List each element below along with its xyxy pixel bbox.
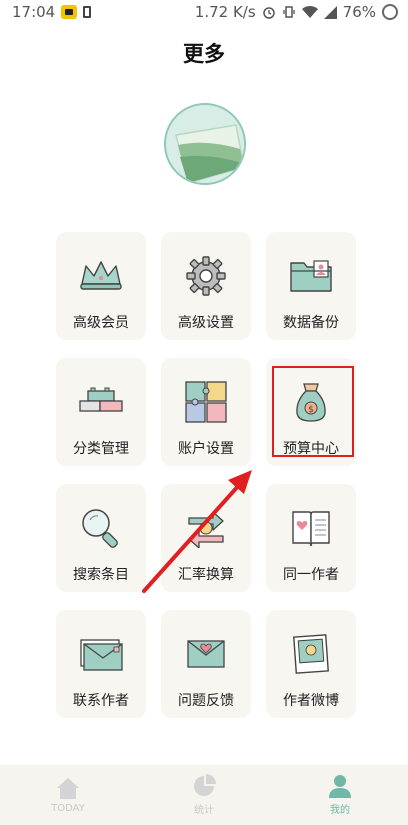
menu-item-label: 搜索条目	[73, 567, 129, 583]
gear-icon	[182, 254, 230, 298]
envelope-icon	[77, 632, 125, 676]
menu-item-label: 高级设置	[178, 315, 234, 331]
home-icon	[57, 778, 79, 799]
sim-icon	[83, 6, 92, 18]
tab-stats[interactable]: 统计	[154, 774, 254, 816]
chart-icon	[194, 774, 216, 796]
menu-item-label: 汇率换算	[178, 567, 234, 583]
menu-item-exchange[interactable]: 汇率换算	[161, 484, 251, 592]
network-speed: 1.72 K/s	[194, 3, 256, 21]
menu-item-label: 联系作者	[73, 693, 129, 709]
tab-label: TODAY	[51, 803, 85, 814]
status-bar: 17:04 1.72 K/s 76%	[0, 0, 408, 24]
menu-item-label: 数据备份	[283, 315, 339, 331]
highlight-box	[272, 366, 354, 457]
menu-item-category[interactable]: 分类管理	[56, 358, 146, 466]
folder-icon	[287, 254, 335, 298]
crown-icon	[77, 254, 125, 298]
menu-item-weibo[interactable]: 作者微博	[266, 610, 356, 718]
menu-item-feedback[interactable]: 问题反馈	[161, 610, 251, 718]
menu-item-backup[interactable]: 数据备份	[266, 232, 356, 340]
tab-mine[interactable]: 我的	[290, 774, 390, 816]
menu-item-search[interactable]: 搜索条目	[56, 484, 146, 592]
tab-bar: TODAY 统计 我的	[0, 765, 408, 825]
book-icon	[287, 506, 335, 550]
blocks-icon	[77, 380, 125, 424]
magnifier-icon	[77, 506, 125, 550]
avatar[interactable]	[164, 103, 246, 185]
tab-label: 我的	[330, 805, 350, 816]
menu-item-label: 账户设置	[178, 441, 234, 457]
tab-today[interactable]: TODAY	[18, 776, 118, 814]
menu-item-contact[interactable]: 联系作者	[56, 610, 146, 718]
battery-level: 76%	[342, 3, 376, 21]
menu-item-settings[interactable]: 高级设置	[161, 232, 251, 340]
menu-item-account[interactable]: 账户设置	[161, 358, 251, 466]
tab-label: 统计	[194, 805, 214, 816]
alarm-icon	[262, 7, 275, 19]
avatar-image	[166, 105, 244, 183]
signal-icon	[323, 5, 337, 19]
battery-icon	[382, 4, 398, 20]
menu-item-label: 高级会员	[73, 315, 129, 331]
menu-item-label: 同一作者	[283, 567, 339, 583]
status-time: 17:04	[12, 3, 56, 21]
puzzle-icon	[182, 380, 230, 424]
menu-item-same-author[interactable]: 同一作者	[266, 484, 356, 592]
menu-item-vip[interactable]: 高级会员	[56, 232, 146, 340]
heart-envelope-icon	[182, 632, 230, 676]
vibrate-icon	[283, 6, 295, 18]
exchange-icon	[182, 506, 230, 550]
notification-icon	[61, 5, 78, 19]
menu-item-label: 问题反馈	[178, 693, 234, 709]
wifi-icon	[301, 5, 318, 19]
menu-item-label: 作者微博	[283, 693, 339, 709]
menu-item-label: 分类管理	[73, 441, 129, 457]
photo-icon	[287, 632, 335, 676]
person-icon	[329, 775, 351, 798]
page-title: 更多	[183, 42, 225, 66]
